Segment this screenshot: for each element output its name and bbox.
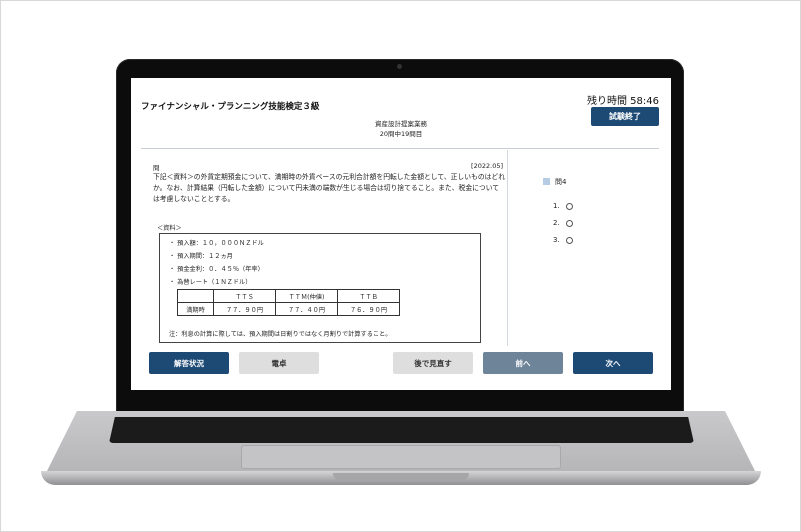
exchange-rate-table: ＴＴＳ ＴＴＭ(仲値) ＴＴＢ 満期時 ７７．９０円 ７７．４０円 ７６．９０円 [177,289,400,316]
table-cell: ＴＴＢ [337,289,400,303]
panel-divider [507,150,508,346]
option-number: 2. [553,219,560,227]
header-divider [141,148,659,149]
answer-status-button[interactable]: 解答状況 [149,352,229,374]
table-cell: ７７．９０円 [213,302,276,316]
table-cell: ＴＴＳ [213,289,276,303]
answer-option-3[interactable]: 3. [553,236,573,244]
prev-button[interactable]: 前へ [483,352,563,374]
table-cell: ＴＴＭ(仲値) [275,289,338,303]
radio-button[interactable] [565,236,573,244]
answer-option-1[interactable]: 1. [553,202,573,210]
remaining-time: 残り時間 58:46 [587,96,659,107]
question-year: [2022.05] [471,162,503,170]
calculator-button[interactable]: 電卓 [239,352,319,374]
reference-box [159,233,481,343]
radio-button[interactable] [565,202,573,210]
table-cell: 満期時 [177,302,214,316]
table-header-row: ＴＴＳ ＴＴＭ(仲値) ＴＴＢ [177,289,400,303]
laptop-photo: ファイナンシャル・プランニング技能検定３級 残り時間 58:46 試験終了 資産… [0,0,801,532]
answer-option-2[interactable]: 2. [553,219,573,227]
question-label: 問 [153,164,160,172]
reference-line: ・ 預金金利：０．４５％（年率） [169,266,264,273]
option-number: 3. [553,236,560,244]
next-button[interactable]: 次へ [573,352,653,374]
exam-title: ファイナンシャル・プランニング技能検定３級 [141,102,320,112]
exam-subject: 資産設計提案業務 [375,120,427,128]
webcam [397,64,402,69]
exam-screen: ファイナンシャル・プランニング技能検定３級 残り時間 58:46 試験終了 資産… [131,78,671,390]
review-later-button[interactable]: 後で見直す [393,352,473,374]
table-cell: ７６．９０円 [337,302,400,316]
option-number: 1. [553,202,560,210]
question-text: 下記＜資料＞の外貨定期預金について、満期時の外貨ベースの元利合計額を円転した金額… [153,173,506,203]
reference-line: ・ 預入期間：１２ヵ月 [169,253,233,260]
table-cell [177,289,214,303]
lid-notch [333,473,469,481]
reference-line: ・ 預入額：１０，０００ＮＺドル [169,240,264,247]
table-row: 満期時 ７７．９０円 ７７．４０円 ７６．９０円 [177,302,400,316]
flag-icon [543,178,550,185]
reference-note: 注：利息の計算に際しては、預入期間は日割りではなく月割りで計算すること。 [169,331,392,338]
reference-label: ＜資料＞ [157,225,182,232]
answer-panel-question: 問4 [555,178,567,186]
question-progress: 20問中19問目 [379,130,423,138]
reference-line: ・ 為替レート（１ＮＺドル） [169,279,252,286]
keyboard [109,417,694,443]
touchpad [241,445,561,469]
table-cell: ７７．４０円 [275,302,338,316]
radio-button[interactable] [565,219,573,227]
